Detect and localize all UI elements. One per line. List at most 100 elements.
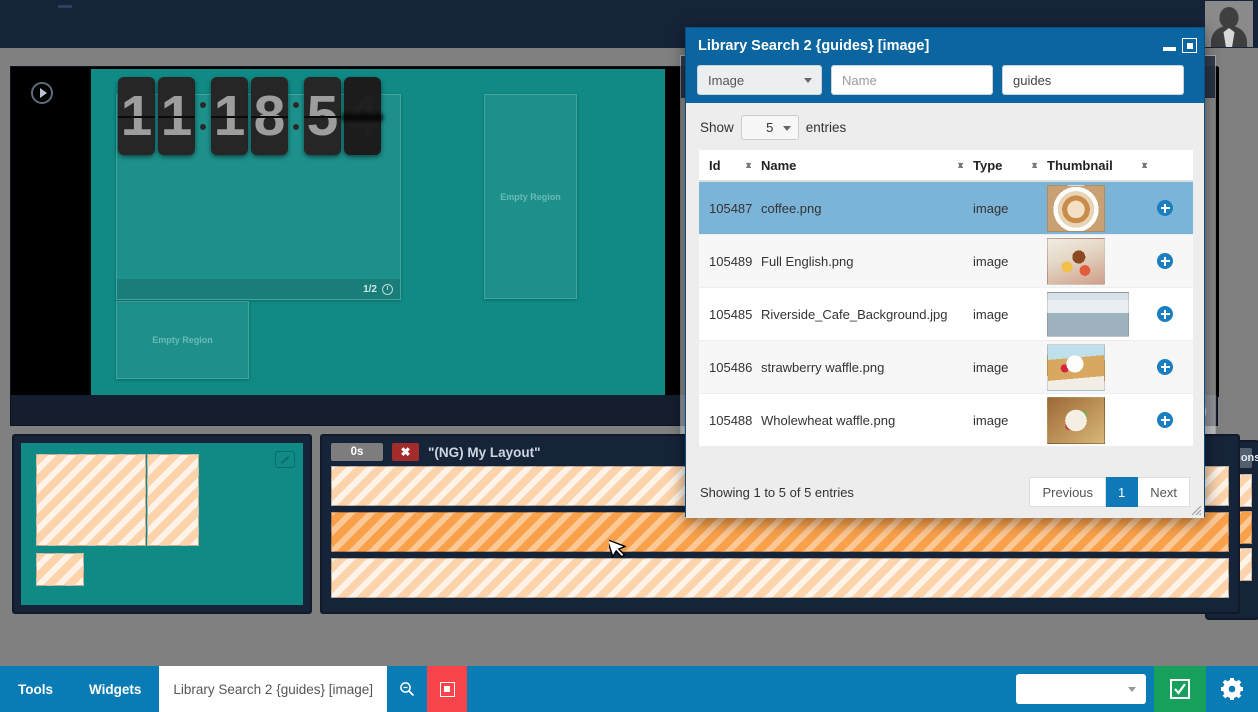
taskbar-zoom-button[interactable] <box>387 666 427 712</box>
previous-page-button[interactable]: Previous <box>1029 477 1106 507</box>
thumbnail-image <box>1047 292 1129 337</box>
table-row[interactable]: 105486strawberry waffle.pngimage <box>699 341 1193 394</box>
thumbnail-image <box>1047 238 1105 285</box>
cell-type: image <box>973 201 1047 216</box>
clock-separator <box>291 102 301 130</box>
next-page-button[interactable]: Next <box>1138 477 1190 507</box>
thumbnail-image <box>1047 397 1105 444</box>
table-row[interactable]: 105489Full English.pngimage <box>699 235 1193 288</box>
timeline-close-button[interactable]: ✖ <box>392 443 419 461</box>
add-media-button[interactable] <box>1157 306 1173 322</box>
thumbnail-region-3[interactable] <box>36 553 84 586</box>
taskbar-confirm-button[interactable] <box>1154 666 1206 712</box>
cell-name: coffee.png <box>761 201 973 216</box>
media-type-value: Image <box>708 73 744 88</box>
name-filter-input[interactable]: Name <box>831 65 993 95</box>
library-results-table: Id ▲▼ Name ▲▼ Type ▲▼ Thumbnail ▲▼ <box>699 150 1193 447</box>
cell-id: 105485 <box>699 307 761 322</box>
avatar[interactable] <box>1200 0 1258 48</box>
show-entries-control: Show 5 entries <box>686 103 1204 150</box>
taskbar-close-button[interactable] <box>427 666 467 712</box>
topbar-marker <box>58 5 72 8</box>
cell-actions <box>1157 253 1193 269</box>
minimize-icon[interactable] <box>1163 47 1176 51</box>
main-region-footer: 1/2 <box>117 279 400 299</box>
entries-per-page-select[interactable]: 5 <box>741 115 799 140</box>
cell-name: Wholewheat waffle.png <box>761 413 973 428</box>
taskbar-tools-button[interactable]: Tools <box>0 666 71 712</box>
clock-separator <box>198 102 208 130</box>
cell-type: image <box>973 413 1047 428</box>
clock-digit: 8 <box>251 77 288 155</box>
table-row[interactable]: 105487coffee.pngimage <box>699 182 1193 235</box>
cell-actions <box>1157 359 1193 375</box>
cell-type: image <box>973 307 1047 322</box>
bottom-region[interactable]: Empty Region <box>116 301 249 379</box>
taskbar-widgets-button[interactable]: Widgets <box>71 666 159 712</box>
library-dialog-title: Library Search 2 {guides} [image] <box>698 38 929 54</box>
clock-icon <box>382 284 393 295</box>
library-dialog-controls <box>1163 28 1197 63</box>
tag-filter-input[interactable]: guides <box>1002 65 1184 95</box>
table-header-row: Id ▲▼ Name ▲▼ Type ▲▼ Thumbnail ▲▼ <box>699 150 1193 182</box>
column-header-type[interactable]: Type ▲▼ <box>973 158 1047 173</box>
layout-thumbnail-panel[interactable] <box>12 434 312 614</box>
checkbox-icon <box>1168 677 1192 701</box>
column-header-name[interactable]: Name ▲▼ <box>761 158 973 173</box>
thumbnail-image <box>1047 185 1105 232</box>
add-media-button[interactable] <box>1157 200 1173 216</box>
timeline-time-marker: 0s <box>331 443 383 461</box>
close-icon <box>440 682 455 697</box>
column-header-thumbnail[interactable]: Thumbnail ▲▼ <box>1047 158 1157 173</box>
column-header-id[interactable]: Id ▲▼ <box>699 158 761 173</box>
cell-id: 105487 <box>699 201 761 216</box>
right-region[interactable]: Empty Region <box>484 94 577 299</box>
column-label-thumbnail: Thumbnail <box>1047 158 1113 173</box>
clock-digit-flipping: 4 <box>344 77 381 155</box>
table-row[interactable]: 105488Wholewheat waffle.pngimage <box>699 394 1193 447</box>
edit-pencil-icon[interactable] <box>275 451 295 468</box>
add-media-button[interactable] <box>1157 412 1173 428</box>
add-media-button[interactable] <box>1157 253 1173 269</box>
table-body: 105487coffee.pngimage105489Full English.… <box>699 182 1193 447</box>
timeline-title: "(NG) My Layout" <box>428 445 541 460</box>
cell-actions <box>1157 306 1193 322</box>
layout-thumbnail-canvas <box>21 443 303 605</box>
cell-id: 105486 <box>699 360 761 375</box>
cell-name: strawberry waffle.png <box>761 360 973 375</box>
taskbar-select[interactable] <box>1016 674 1146 704</box>
show-entries-prefix: Show <box>700 120 734 135</box>
right-region-label: Empty Region <box>485 192 576 202</box>
layout-canvas: 1/2 Empty Region Empty Region 1 1 1 8 <box>91 69 665 395</box>
timeline-track-3[interactable] <box>331 558 1229 598</box>
library-dialog-header[interactable]: Library Search 2 {guides} [image] <box>686 28 1204 63</box>
taskbar-settings-button[interactable] <box>1206 666 1258 712</box>
avatar-image <box>1205 1 1253 47</box>
clock-digit: 1 <box>211 77 248 155</box>
page-1-button[interactable]: 1 <box>1106 477 1138 507</box>
column-label-id: Id <box>709 158 721 173</box>
library-search-dialog[interactable]: Library Search 2 {guides} [image] Image … <box>685 27 1205 517</box>
chevron-down-icon <box>1128 687 1136 692</box>
timeline-track-2[interactable] <box>331 512 1229 552</box>
thumbnail-region-1[interactable] <box>36 454 146 546</box>
cell-id: 105489 <box>699 254 761 269</box>
close-icon[interactable] <box>1182 38 1197 53</box>
cell-name: Full English.png <box>761 254 973 269</box>
cell-thumbnail <box>1047 238 1157 285</box>
media-type-select[interactable]: Image <box>697 65 822 95</box>
cell-name: Riverside_Cafe_Background.jpg <box>761 307 973 322</box>
play-icon[interactable] <box>31 82 53 104</box>
clock-digit: 5 <box>304 77 341 155</box>
table-row[interactable]: 105485Riverside_Cafe_Background.jpgimage <box>699 288 1193 341</box>
resize-handle[interactable] <box>1191 505 1201 515</box>
app-root: 1/2 Empty Region Empty Region 1 1 1 8 <box>0 0 1258 712</box>
thumbnail-image <box>1047 344 1105 391</box>
page-indicator: 1/2 <box>363 284 377 295</box>
thumbnail-region-2[interactable] <box>147 454 199 546</box>
column-label-name: Name <box>761 158 796 173</box>
taskbar-active-window[interactable]: Library Search 2 {guides} [image] <box>159 666 387 712</box>
clock-digit: 1 <box>158 77 195 155</box>
add-media-button[interactable] <box>1157 359 1173 375</box>
cell-thumbnail <box>1047 292 1157 337</box>
